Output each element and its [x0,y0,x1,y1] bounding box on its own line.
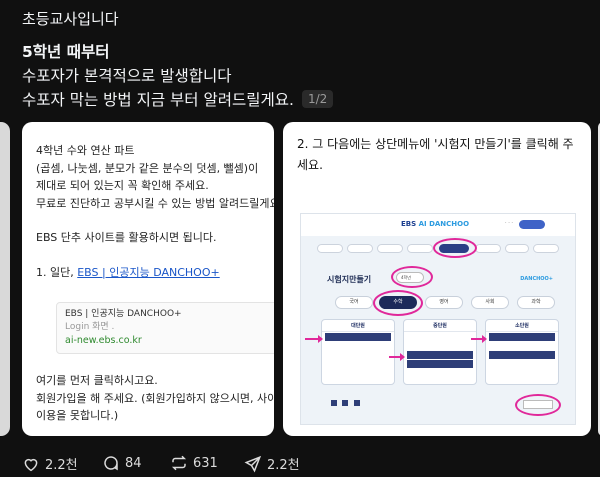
card2-text: 2. 그 다음에는 상단메뉴에 '시험지 만들기'를 클릭해 주 세요. [297,134,579,176]
card1-line: 무료로 진단하고 공부시킬 수 있는 방법 알려드릴게요. [36,196,274,210]
highlight-circle-count [515,394,561,416]
site-menu-item [475,244,501,253]
site-checkbox [342,400,349,406]
repost-count: 631 [193,455,218,471]
embedded-site-screenshot: EBS AI DANCHOO · · · 시험지만들기 4학년 DANCHOO+ [300,213,576,425]
site-checkbox [331,400,337,406]
heart-icon [24,458,38,471]
site-brand: DANCHOO+ [520,276,553,282]
logo-danchoo: AI DANCHOO [418,220,470,228]
site-category-item-selected [325,333,391,341]
card1-line: 회원가입을 해 주세요. (회원가입하지 않으시면, 사이트 [36,391,274,405]
highlight-arrow [389,353,405,361]
card1-line: (곱셈, 나눗셈, 분모가 같은 분수의 덧셈, 뺄셈)이 [36,161,259,175]
post-line-1: 5학년 때부터 [22,43,110,61]
repost-button[interactable]: 631 [170,454,218,472]
author-name[interactable]: 초등교사입니다 [22,8,119,29]
comment-button[interactable]: 84 [102,454,142,472]
site-category-item [407,342,473,350]
site-category-item [325,369,391,377]
like-count: 2.2천 [45,458,78,473]
site-menu-item [377,244,403,253]
card1-text: 4학년 수와 연산 파트 (곱셈, 나눗셈, 분모가 같은 분수의 덧셈, 뺄셈… [36,142,274,282]
post-line-2: 수포자가 본격적으로 발생합니다 [22,67,232,85]
card1-text-bottom: 여기를 먼저 클릭하시고요. 회원가입을 해 주세요. (회원가입하지 않으시면… [36,372,274,425]
highlight-arrow [305,335,323,343]
site-category-header: 소단원 [486,320,558,332]
logo-ebs: EBS [401,220,417,228]
repost-icon [171,455,187,471]
card1-step1-prefix: 1. 일단, [36,265,78,279]
card1-line: 4학년 수와 연산 파트 [36,144,135,157]
post-body: 5학년 때부터 수포자가 본격적으로 발생합니다 수포자 막는 방법 지금 부터… [22,40,334,112]
site-category-large: 대단원 [321,319,395,385]
site-header: EBS AI DANCHOO · · · [301,214,575,236]
carousel-card-2[interactable]: 2. 그 다음에는 상단메뉴에 '시험지 만들기'를 클릭해 주 세요. EBS… [283,122,591,436]
site-menu-item [533,244,559,253]
site-category-item [407,333,473,341]
highlight-arrow [471,335,487,343]
site-category-item [489,342,555,350]
thread-pager: 1/2 [301,90,334,108]
site-page-title: 시험지만들기 [327,275,372,284]
site-category-item-selected [489,351,555,359]
site-subject-row: 국어 수학 영어 사회 과학 [335,296,555,310]
link-preview-domain: ai-new.ebs.co.kr [65,335,142,346]
site-subject: 영어 [425,296,463,309]
site-checkbox [353,400,360,406]
comment-count: 84 [125,455,142,471]
site-category-header: 대단원 [322,320,394,332]
card2-line: 세요. [297,158,323,172]
card1-step1: 1. 일단, EBS | 인공지능 DANCHOO+ [36,264,268,282]
like-button[interactable]: 2.2천 [22,454,78,473]
link-preview-subtitle: Login 화면 . [65,322,115,332]
image-carousel[interactable]: 4학년 수와 연산 파트 (곱셈, 나눗셈, 분모가 같은 분수의 덧셈, 뺄셈… [0,122,600,437]
card1-line: 이용을 못합니다.) [36,409,119,422]
site-category-small: 소단원 [485,319,559,385]
action-bar: 2.2천 84 631 2.2천 [22,454,422,474]
post-line-3: 수포자 막는 방법 지금 부터 알려드릴게요. 1/2 [22,88,334,112]
site-subject: 국어 [335,296,373,309]
card2-line: 2. 그 다음에는 상단메뉴에 '시험지 만들기'를 클릭해 주 [297,137,574,151]
site-category-item [325,351,391,359]
carousel-card-1[interactable]: 4학년 수와 연산 파트 (곱셈, 나눗셈, 분모가 같은 분수의 덧셈, 뺄셈… [22,122,274,436]
highlight-circle-menu [433,238,477,258]
site-category-item-selected [407,351,473,359]
highlight-circle-math [373,290,423,316]
site-subject: 사회 [471,296,509,309]
share-icon [244,455,262,472]
site-category-item [325,360,391,368]
share-count: 2.2천 [267,458,300,473]
site-category-item-selected [489,333,555,341]
site-menu-item [407,244,433,253]
site-login-text: · · · [505,220,513,226]
carousel-peek-left[interactable] [0,122,10,436]
share-button[interactable]: 2.2천 [244,454,300,473]
site-category-medium: 중단원 [403,319,477,385]
card1-line-ebs: EBS 단추 사이트를 활용하시면 됩니다. [36,231,217,244]
site-menu-item [347,244,373,253]
ebs-logo: EBS AI DANCHOO [401,220,469,228]
site-menu-item [317,244,343,253]
post-line-3-text: 수포자 막는 방법 지금 부터 알려드릴게요. [22,91,294,109]
link-preview-title: EBS | 인공지능 DANCHOO+ [65,309,182,319]
highlight-circle-grade [391,266,433,288]
site-subject: 과학 [517,296,555,309]
site-category-header: 중단원 [404,320,476,332]
site-category-item-selected [407,360,473,368]
site-login-button [519,220,545,229]
danchoo-link[interactable]: EBS | 인공지능 DANCHOO+ [77,266,219,279]
site-category-item [325,342,391,350]
site-menu-item [505,244,529,253]
card1-line: 여기를 먼저 클릭하시고요. [36,374,158,387]
card1-line: 제대로 되어 있는지 꼭 확인해 주세요. [36,179,209,192]
link-preview[interactable]: EBS | 인공지능 DANCHOO+ Login 화면 . ai-new.eb… [56,302,274,354]
comment-icon [104,456,118,471]
